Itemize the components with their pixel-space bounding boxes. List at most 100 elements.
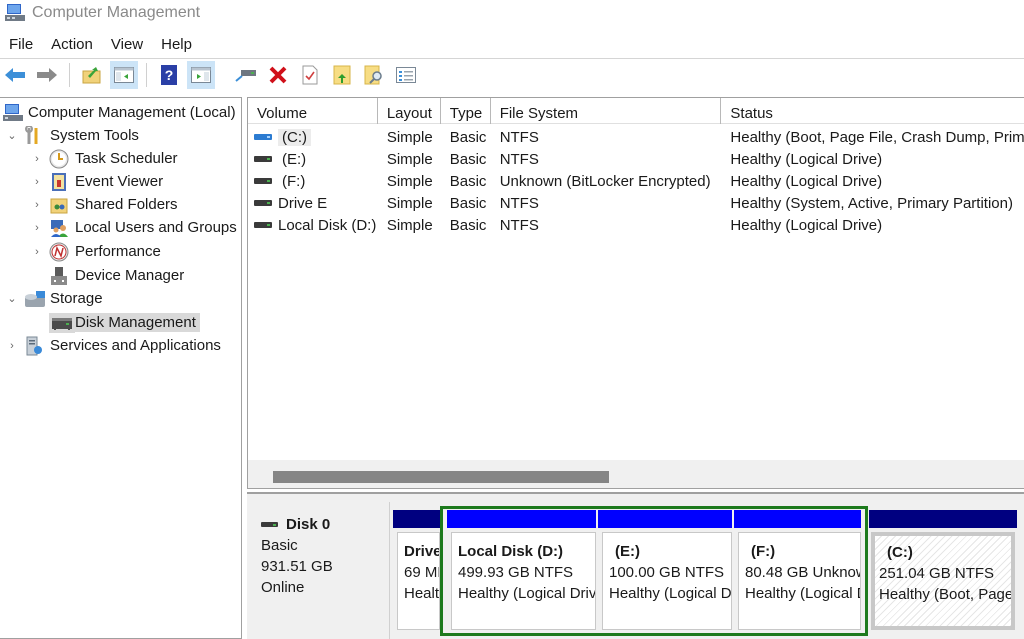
console-tree: Computer Management (Local) ⌄ System Too…: [0, 97, 242, 639]
disk-size: 931.51 GB: [261, 558, 333, 575]
toolbar-separator: [223, 63, 224, 87]
users-icon: [49, 218, 69, 238]
tree-item-storage[interactable]: ⌄ Storage: [6, 287, 102, 310]
status-cell: Healthy (System, Active, Primary Partiti…: [730, 194, 1013, 212]
chevron-right-icon[interactable]: ›: [31, 222, 43, 234]
type-cell: Basic: [449, 150, 487, 168]
tree-item-label: Computer Management (Local): [28, 104, 236, 121]
volume-row[interactable]: (F:) Simple Basic Unknown (BitLocker Enc…: [248, 170, 1024, 192]
partition-name: Drive E: [404, 543, 440, 560]
properties-button[interactable]: [296, 61, 324, 89]
column-header-layout[interactable]: Layout: [378, 98, 441, 124]
chevron-right-icon[interactable]: ›: [31, 199, 43, 211]
layout-cell: Simple: [386, 216, 433, 234]
tree-item-task-scheduler[interactable]: › Task Scheduler: [31, 147, 178, 170]
volume-row[interactable]: (E:) Simple Basic NTFS Healthy (Logical …: [248, 148, 1024, 170]
chevron-down-icon[interactable]: ⌄: [6, 129, 18, 142]
tree-item-label: Performance: [75, 243, 161, 260]
disk-info-panel[interactable]: Disk 0 Basic 931.51 GB Online: [247, 502, 390, 639]
event-viewer-icon: [49, 172, 69, 192]
layout-cell: Simple: [386, 128, 433, 146]
partition-c[interactable]: (C:) 251.04 GB NTFS Healthy (Boot, Page …: [869, 510, 1017, 630]
drive-icon: [254, 200, 272, 206]
scrollbar-thumb[interactable]: [273, 471, 609, 483]
partition-e[interactable]: (E:) 100.00 GB NTFS Healthy (Logical Dri…: [598, 510, 732, 630]
volume-cell: (C:): [248, 128, 378, 146]
tree-item-computer-management[interactable]: Computer Management (Local): [2, 101, 236, 124]
volume-row[interactable]: Local Disk (D:) Simple Basic NTFS Health…: [248, 214, 1024, 236]
volume-cell: (F:): [248, 173, 378, 190]
explore-button[interactable]: [360, 61, 388, 89]
volume-cell: Local Disk (D:): [248, 217, 378, 234]
chevron-right-icon[interactable]: ›: [31, 176, 43, 188]
disk-type: Basic: [261, 537, 298, 554]
tree-item-performance[interactable]: › Performance: [31, 240, 161, 263]
tree-item-label: Task Scheduler: [75, 150, 178, 167]
chevron-right-icon[interactable]: ›: [31, 153, 43, 165]
partition-bar: [869, 510, 1017, 528]
back-button[interactable]: [1, 61, 29, 89]
partition-size: 100.00 GB NTFS: [609, 564, 725, 581]
column-header-type[interactable]: Type: [441, 98, 491, 124]
forward-button[interactable]: [33, 61, 61, 89]
menu-view[interactable]: View: [102, 36, 152, 53]
tree-item-device-manager[interactable]: Device Manager: [49, 264, 184, 287]
partition-body: (F:) 80.48 GB Unknown Healthy (Logical D…: [738, 532, 861, 630]
partition-status: Healthy (Logical Drive): [458, 585, 596, 602]
chevron-right-icon[interactable]: ›: [31, 246, 43, 258]
volume-row[interactable]: (C:) Simple Basic NTFS Healthy (Boot, Pa…: [248, 126, 1024, 148]
partition-body: (C:) 251.04 GB NTFS Healthy (Boot, Page …: [871, 532, 1015, 630]
partition-size: 499.93 GB NTFS: [458, 564, 574, 581]
type-cell: Basic: [449, 194, 487, 212]
folder-up-icon: [82, 67, 101, 84]
up-one-level-button[interactable]: [78, 61, 106, 89]
show-hide-action-pane-button[interactable]: [187, 61, 215, 89]
tree-item-label: Local Users and Groups: [75, 219, 237, 236]
tree-item-disk-management[interactable]: Disk Management: [49, 311, 200, 334]
file-system-cell: NTFS: [499, 150, 539, 168]
partition-bar: [393, 510, 440, 528]
chevron-right-icon[interactable]: ›: [6, 340, 18, 352]
menu-help[interactable]: Help: [152, 36, 201, 53]
volume-row[interactable]: Drive E Simple Basic NTFS Healthy (Syste…: [248, 192, 1024, 214]
system-tools-icon: [24, 124, 44, 146]
disk-state: Online: [261, 579, 305, 596]
menu-file[interactable]: File: [0, 36, 42, 53]
console-tree-icon: [114, 67, 134, 83]
performance-icon: [49, 242, 69, 262]
drive-icon: [254, 178, 272, 184]
column-header-volume[interactable]: Volume: [248, 98, 378, 124]
tree-item-local-users-groups[interactable]: › Local Users and Groups: [31, 216, 237, 239]
tree-item-shared-folders[interactable]: › Shared Folders: [31, 193, 178, 216]
status-cell: Healthy (Logical Drive): [730, 172, 883, 190]
tree-item-services-applications[interactable]: › Services and Applications: [6, 334, 221, 357]
menu-action[interactable]: Action: [42, 36, 102, 53]
delete-button[interactable]: [264, 61, 292, 89]
back-arrow-icon: [5, 68, 25, 82]
tree-item-label: Device Manager: [75, 267, 185, 284]
connect-drive-button[interactable]: [232, 61, 260, 89]
tree-item-event-viewer[interactable]: › Event Viewer: [31, 170, 163, 193]
toolbar-separator: [146, 63, 147, 87]
partition-name: (F:): [751, 543, 776, 560]
volume-name: (C:): [278, 128, 311, 146]
horizontal-scrollbar[interactable]: [248, 460, 1024, 488]
status-cell: Healthy (Logical Drive): [730, 150, 883, 168]
tree-item-system-tools[interactable]: ⌄ System Tools: [6, 124, 139, 147]
open-button[interactable]: [328, 61, 356, 89]
menu-bar: File Action View Help: [0, 32, 201, 56]
show-hide-console-tree-button[interactable]: [110, 61, 138, 89]
column-header-file-system[interactable]: File System: [491, 98, 722, 124]
partition-name: Local Disk (D:): [458, 543, 564, 560]
settings-list-button[interactable]: [392, 61, 420, 89]
partition-f[interactable]: (F:) 80.48 GB Unknown Healthy (Logical D…: [734, 510, 861, 630]
folder-open-icon: [333, 65, 351, 85]
drive-icon: [254, 156, 272, 162]
partition-drive-e[interactable]: Drive E 69 MB NTFS Healthy (System, Acti…: [393, 510, 440, 630]
partition-local-disk-d[interactable]: Local Disk (D:) 499.93 GB NTFS Healthy (…: [447, 510, 596, 630]
chevron-down-icon[interactable]: ⌄: [6, 292, 18, 305]
file-system-cell: NTFS: [499, 128, 539, 146]
partition-body: (E:) 100.00 GB NTFS Healthy (Logical Dri…: [602, 532, 732, 630]
column-header-status[interactable]: Status: [721, 98, 1024, 124]
help-button[interactable]: ?: [155, 61, 183, 89]
